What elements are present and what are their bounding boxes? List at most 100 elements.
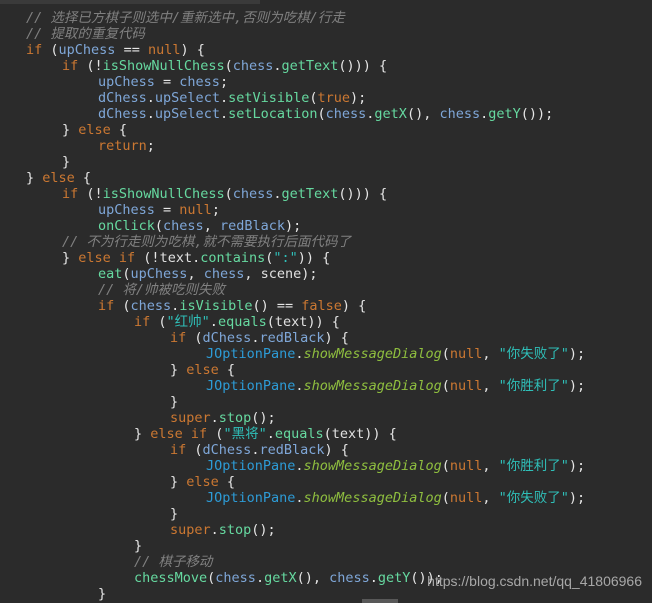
code-token-punc: ( [150,314,167,330]
code-token-field: redBlack [259,330,325,346]
code-line[interactable]: // 将/帅被吃则失败 [98,282,225,298]
code-token-comment: // 将/帅被吃则失败 [98,282,226,298]
code-line[interactable]: } [134,538,142,554]
code-token-punc: )) { [307,314,340,330]
code-token-class: JOptionPane [206,378,296,394]
code-line[interactable]: // 选择已方棋子则选中/重新选中,否则为吃棋/行走 [26,10,345,26]
code-token-ident: text [274,314,308,330]
code-token-punc: { [218,474,236,490]
code-token-field: chess [179,74,220,90]
code-token-punc: ) { [341,298,367,314]
code-line[interactable]: if (dChess.redBlack) { [170,330,349,346]
code-token-punc: ( [224,58,233,74]
code-token-punc: ); [568,346,586,362]
code-token-field: upChess [98,202,155,218]
code-token-punc: , [244,266,261,282]
code-line[interactable]: } else { [170,362,235,378]
code-line[interactable]: eat(upChess, chess, scene); [98,266,318,282]
code-token-punc: , [482,458,499,474]
code-line[interactable]: dChess.upSelect.setLocation(chess.getX()… [98,106,553,122]
code-token-punc: { [218,362,236,378]
code-line[interactable]: if (upChess == null) { [26,42,205,58]
code-token-punc: } [62,250,79,266]
watermark-text: https://blog.csdn.net/qq_41806966 [427,573,642,589]
code-token-keyword: if [98,298,115,314]
code-token-method: getY [488,106,521,122]
code-line[interactable]: super.stop(); [170,410,276,426]
code-token-punc: . [273,58,282,74]
code-line[interactable]: } else if (!text.contains(":")) { [62,250,330,266]
code-token-field: upChess [98,74,155,90]
code-token-method: contains [200,250,266,266]
code-token-keyword: super [170,522,211,538]
code-line[interactable]: JOptionPane.showMessageDialog(null, "你失败… [206,490,585,506]
code-line[interactable]: JOptionPane.showMessageDialog(null, "你胜利… [206,378,585,394]
code-token-punc: (! [135,250,160,266]
code-line[interactable]: } else if ("黑将".equals(text)) { [134,426,397,442]
code-token-punc: () == [252,298,302,314]
code-line[interactable]: // 不为行走则为吃棋,就不需要执行后面代码了 [62,234,351,250]
code-line[interactable]: // 提取的重复代码 [26,26,145,42]
code-line[interactable]: if (!isShowNullChess(chess.getText())) { [62,58,387,74]
code-line[interactable]: } else { [62,122,127,138]
code-token-punc: . [295,346,304,362]
code-token-punc: ( [207,426,224,442]
code-line[interactable]: } [62,154,70,170]
code-token-field: redBlack [259,442,325,458]
code-token-punc: ; [219,74,229,90]
code-line[interactable]: if (chess.isVisible() == false) { [98,298,366,314]
code-line[interactable]: upChess = chess; [98,74,228,90]
code-line[interactable]: JOptionPane.showMessageDialog(null, "你胜利… [206,458,585,474]
code-token-punc: { [110,122,128,138]
code-token-punc: ( [154,218,164,234]
code-token-keyword: else if [150,426,208,442]
code-token-keyword: else [186,362,219,378]
code-line[interactable]: } else { [26,170,91,186]
code-line[interactable]: super.stop(); [170,522,276,538]
code-token-ident: text [159,250,193,266]
code-line[interactable]: dChess.upSelect.setVisible(true); [98,90,366,106]
code-line[interactable]: } [170,394,178,410]
code-token-keyword: else [78,122,111,138]
code-token-field: chess [325,106,367,122]
code-line[interactable]: } else { [170,474,235,490]
code-line[interactable]: } [98,586,106,602]
code-token-punc: ( [186,442,203,458]
code-token-punc: )) { [297,250,331,266]
horizontal-scrollbar-thumb[interactable] [362,599,398,603]
code-token-punc: (); [251,410,276,426]
code-token-punc: ( [441,346,450,362]
code-token-string: "你胜利了" [498,378,569,394]
code-token-punc: } [170,394,179,410]
code-token-op: = [154,74,180,90]
code-line[interactable]: chessMove(chess.getX(), chess.getY()); [134,570,443,586]
code-token-punc: } [62,122,79,138]
code-token-staticmethod: showMessageDialog [303,458,442,474]
code-line[interactable]: return; [98,138,155,154]
code-line[interactable]: onClick(chess, redBlack); [98,218,301,234]
code-token-punc: . [146,90,155,106]
code-token-string: "你失败了" [498,346,569,362]
code-token-punc: (), [296,570,330,586]
code-token-string: "你失败了" [498,490,569,506]
code-line[interactable]: if (dChess.redBlack) { [170,442,349,458]
code-line[interactable]: // 棋子移动 [134,554,212,570]
code-line[interactable]: if ("红帅".equals(text)) { [134,314,340,330]
code-token-punc: ); [568,378,586,394]
code-token-punc: ( [224,186,233,202]
code-line[interactable]: if (!isShowNullChess(chess.getText())) { [62,186,387,202]
code-token-method: getY [377,570,411,586]
code-token-method: stop [218,522,252,538]
code-token-punc: . [192,250,201,266]
code-token-punc: { [74,170,92,186]
code-token-punc: . [295,458,304,474]
code-token-method: isShowNullChess [102,58,225,74]
code-token-keyword: true [317,90,351,106]
code-token-string: "红帅" [166,314,210,330]
code-line[interactable]: } [170,506,178,522]
code-editor[interactable]: // 选择已方棋子则选中/重新选中,否则为吃棋/行走// 提取的重复代码 if (… [0,0,652,603]
code-token-comment: // 棋子移动 [134,554,213,570]
code-line[interactable]: upChess = null; [98,202,220,218]
code-line[interactable]: JOptionPane.showMessageDialog(null, "你失败… [206,346,585,362]
code-token-punc: . [266,426,275,442]
